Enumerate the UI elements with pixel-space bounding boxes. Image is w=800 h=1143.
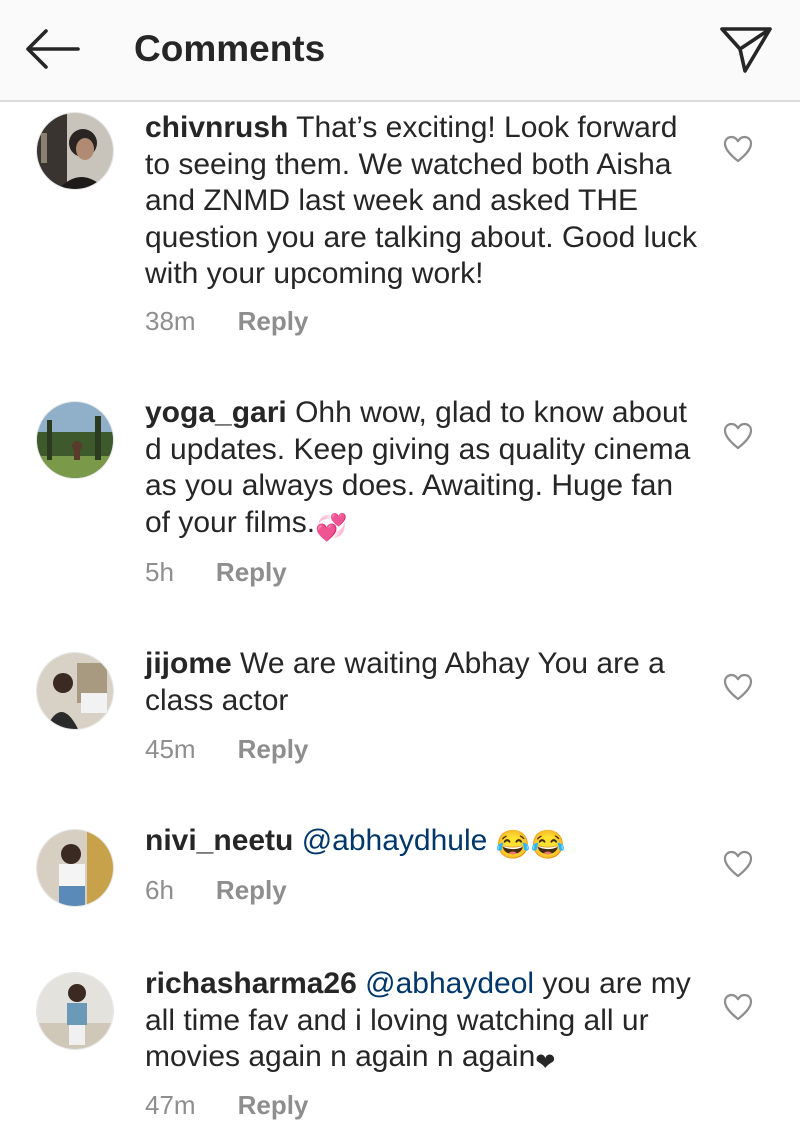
- laughing-emoji: 😂😂: [495, 829, 566, 860]
- comment-text: jijome We are waiting Abhay You are a cl…: [145, 646, 705, 719]
- like-button[interactable]: [722, 672, 754, 702]
- avatar[interactable]: [36, 652, 114, 730]
- comment-time: 45m: [145, 734, 196, 764]
- arrow-left-icon: [26, 29, 80, 69]
- comment-username[interactable]: jijome: [145, 647, 232, 680]
- comment-time: 6h: [145, 875, 174, 905]
- comment-time: 47m: [145, 1090, 196, 1120]
- reply-button[interactable]: Reply: [216, 557, 287, 588]
- avatar[interactable]: [36, 112, 114, 190]
- comment-meta: 38m Reply: [145, 306, 308, 337]
- avatar[interactable]: [36, 829, 114, 907]
- comment-username[interactable]: nivi_neetu: [145, 824, 293, 857]
- back-button[interactable]: [22, 26, 82, 72]
- heart-outline-icon: [723, 135, 753, 163]
- comment-text: yoga_gari Ohh wow, glad to know about d …: [145, 395, 705, 545]
- mention-link[interactable]: @abhaydhule: [302, 824, 488, 857]
- reply-button[interactable]: Reply: [216, 875, 287, 906]
- heart-outline-icon: [723, 422, 753, 450]
- comment-meta: 5h Reply: [145, 557, 287, 588]
- comment-username[interactable]: yoga_gari: [145, 396, 287, 429]
- paper-plane-icon: [720, 27, 772, 73]
- comment-text: nivi_neetu @abhaydhule 😂😂: [145, 823, 705, 864]
- like-button[interactable]: [722, 421, 754, 451]
- comment-username[interactable]: chivnrush: [145, 111, 288, 144]
- avatar-photo-icon: [37, 830, 113, 906]
- reply-button[interactable]: Reply: [238, 1090, 309, 1121]
- avatar-photo-icon: [37, 402, 113, 478]
- two-hearts-emoji: 💞: [315, 511, 348, 542]
- avatar[interactable]: [36, 972, 114, 1050]
- comment-text: richasharma26 @abhaydeol you are my all …: [145, 966, 705, 1082]
- comment-meta: 6h Reply: [145, 875, 287, 906]
- heart-outline-icon: [723, 673, 753, 701]
- avatar-photo-icon: [37, 653, 113, 729]
- reply-button[interactable]: Reply: [238, 306, 309, 337]
- heart-outline-icon: [723, 850, 753, 878]
- like-button[interactable]: [722, 134, 754, 164]
- avatar-photo-icon: [37, 973, 113, 1049]
- heart-outline-icon: [723, 993, 753, 1021]
- comments-header: Comments: [0, 0, 800, 102]
- comment-meta: 47m Reply: [145, 1090, 308, 1121]
- comment-text: chivnrush That’s exciting! Look forward …: [145, 110, 705, 293]
- black-heart-emoji: ❤: [535, 1049, 556, 1076]
- mention-link[interactable]: @abhaydeol: [365, 967, 534, 1000]
- avatar-photo-icon: [37, 113, 113, 189]
- like-button[interactable]: [722, 992, 754, 1022]
- avatar[interactable]: [36, 401, 114, 479]
- comment-meta: 45m Reply: [145, 734, 308, 765]
- comment-time: 38m: [145, 306, 196, 336]
- comment-username[interactable]: richasharma26: [145, 967, 357, 1000]
- reply-button[interactable]: Reply: [238, 734, 309, 765]
- like-button[interactable]: [722, 849, 754, 879]
- page-title: Comments: [134, 28, 326, 69]
- direct-message-button[interactable]: [718, 22, 774, 76]
- comment-time: 5h: [145, 557, 174, 587]
